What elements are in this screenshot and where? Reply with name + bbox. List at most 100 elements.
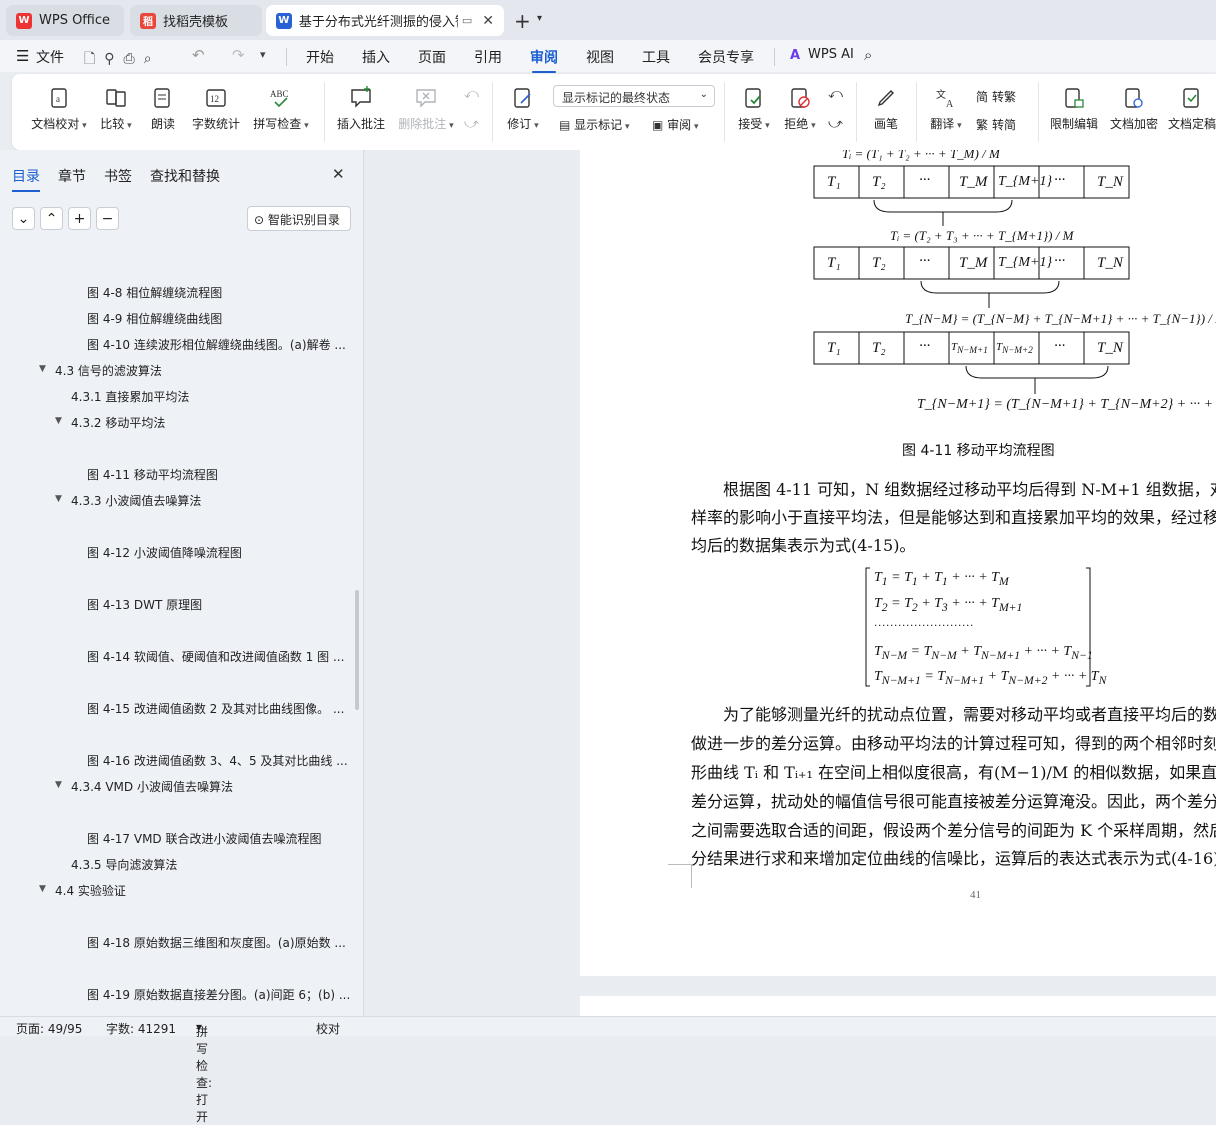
menu-file[interactable]: 文件 bbox=[36, 47, 64, 67]
tab-label: 基于分布式光纤测振的侵入智能 bbox=[298, 15, 458, 30]
toc-item[interactable]: 图 4-19 原始数据直接差分图。(a)间距 6；(b) ... bbox=[87, 986, 350, 1003]
toc-item[interactable]: 图 4-10 连续波形相位解缠绕曲线图。(a)解卷 ... bbox=[87, 336, 346, 353]
menu-page[interactable]: 页面 bbox=[418, 47, 446, 67]
to-traditional-button[interactable]: 简转繁 bbox=[976, 88, 1016, 105]
next-change-icon[interactable]: ⤻ bbox=[828, 116, 843, 132]
toc-item[interactable]: ▼ 4.3.2 移动平均法 bbox=[55, 414, 165, 431]
pen-button[interactable]: 画笔 bbox=[868, 86, 904, 132]
toc-item[interactable]: 4.3.5 导向滤波算法 bbox=[71, 856, 177, 873]
redo-icon[interactable]: ↷ bbox=[232, 46, 245, 64]
collapse-up-button[interactable]: ⌃ bbox=[40, 207, 63, 230]
toc-item[interactable]: ▼ 4.3.4 VMD 小波阈值去噪算法 bbox=[55, 778, 233, 795]
toc-item[interactable]: 4.3.1 直接累加平均法 bbox=[71, 388, 189, 405]
toc-item[interactable]: ▼ 4.4 实验验证 bbox=[39, 882, 126, 899]
cell-label: T_{M+1} bbox=[998, 255, 1053, 270]
menu-vip[interactable]: 会员专享 bbox=[698, 47, 754, 67]
restrict-edit-button[interactable]: 限制编辑 bbox=[1046, 86, 1102, 132]
toc-item[interactable]: 图 4-9 相位解缠绕曲线图 bbox=[87, 310, 222, 327]
tab-wps-office[interactable]: W WPS Office bbox=[6, 5, 124, 36]
proofread-indicator[interactable]: 校对 bbox=[316, 1020, 340, 1037]
menu-reference[interactable]: 引用 bbox=[474, 47, 502, 67]
menu-review[interactable]: 审阅 bbox=[530, 47, 558, 73]
toc-scrollbar[interactable] bbox=[355, 590, 359, 710]
hamburger-icon[interactable]: ☰ bbox=[16, 47, 29, 65]
more-chevron-icon[interactable]: ▾ bbox=[260, 48, 266, 61]
page-indicator[interactable]: 页面: 49/95 bbox=[16, 1020, 82, 1037]
tab-docer[interactable]: 稻 找稻壳模板 bbox=[130, 5, 262, 36]
compare-button[interactable]: 比较 bbox=[96, 86, 136, 132]
doc-check-button[interactable]: a 文档校对 bbox=[28, 86, 90, 132]
smart-toc-button[interactable]: ⊙ 智能识别目录 bbox=[247, 206, 351, 231]
prev-comment-icon[interactable]: ⤺ bbox=[464, 86, 479, 102]
translate-button[interactable]: 文A 翻译 bbox=[926, 86, 966, 132]
tab-find-replace[interactable]: 查找和替换 bbox=[150, 166, 220, 186]
wps-logo-icon: W bbox=[16, 12, 32, 29]
tab-document[interactable]: W 基于分布式光纤测振的侵入智能 ▭ ✕ bbox=[266, 5, 504, 36]
formula-4: T_{N−M+1} = (T_{N−M+1} + T_{N−M+2} + ···… bbox=[917, 397, 1216, 412]
toc-item[interactable]: 图 4-18 原始数据三维图和灰度图。(a)原始数 ... bbox=[87, 934, 346, 951]
encrypt-button[interactable]: 文档加密 bbox=[1108, 86, 1160, 132]
toc-item[interactable]: ▼ 4.3.3 小波阈值去噪算法 bbox=[55, 492, 201, 509]
menu-insert[interactable]: 插入 bbox=[362, 47, 390, 67]
accept-button[interactable]: 接受 bbox=[734, 86, 774, 132]
cell-label: T_N bbox=[1097, 174, 1123, 190]
undo-icon[interactable]: ↶ bbox=[192, 46, 205, 64]
next-comment-icon[interactable]: ⤻ bbox=[464, 116, 479, 132]
toc-item[interactable]: ▼ 4.3 信号的滤波算法 bbox=[39, 362, 162, 379]
tab-label: WPS Office bbox=[39, 13, 111, 28]
markup-state-select[interactable]: 显示标记的最终状态 ⌄ bbox=[553, 85, 715, 107]
toc-item[interactable]: 图 4-12 小波阈值降噪流程图 bbox=[87, 544, 242, 561]
tab-list-chevron-icon[interactable]: ▾ bbox=[537, 13, 542, 24]
expand-arrow-icon: ▼ bbox=[39, 884, 46, 894]
toc-item[interactable]: 图 4-14 软阈值、硬阈值和改进阈值函数 1 图 ... bbox=[87, 648, 344, 665]
monitor-icon[interactable]: ▭ bbox=[462, 14, 472, 27]
review-pane-button[interactable]: ▣ 审阅 bbox=[652, 116, 699, 133]
spell-check-button[interactable]: ABC 拼写检查 bbox=[250, 86, 312, 132]
spell-check-indicator[interactable]: 拼写检查: 打开 ▾ bbox=[196, 1020, 212, 1124]
finalize-button[interactable]: 文档定稿 bbox=[1168, 86, 1216, 132]
close-tab-icon[interactable]: ✕ bbox=[482, 13, 494, 29]
review-pane-icon: ▣ bbox=[652, 118, 664, 132]
show-markup-button[interactable]: ▤ 显示标记 bbox=[559, 116, 630, 133]
revise-button[interactable]: 修订 bbox=[502, 86, 544, 132]
read-aloud-button[interactable]: 朗读 bbox=[146, 86, 180, 132]
spell-check-icon: ABC bbox=[270, 89, 289, 108]
to-simplified-button[interactable]: 繁转简 bbox=[976, 116, 1016, 133]
insert-comment-button[interactable]: 插入批注 bbox=[334, 86, 388, 132]
word-count-button[interactable]: 12 字数统计 bbox=[188, 86, 244, 132]
toc-item[interactable]: 图 4-16 改进阈值函数 3、4、5 及其对比曲线 ... bbox=[87, 752, 348, 769]
prev-change-icon[interactable]: ⤺ bbox=[828, 86, 843, 102]
collapse-down-button[interactable]: ⌄ bbox=[12, 207, 35, 230]
tab-bookmarks[interactable]: 书签 bbox=[104, 166, 132, 186]
formula-3: T_{N−M} = (T_{N−M} + T_{N−M+1} + ··· + T… bbox=[905, 311, 1216, 326]
toc-item[interactable]: 图 4-13 DWT 原理图 bbox=[87, 596, 202, 613]
word-count-icon: 12 bbox=[206, 89, 226, 107]
toc-item[interactable]: 图 4-8 相位解缠绕流程图 bbox=[87, 284, 222, 301]
tab-toc[interactable]: 目录 bbox=[12, 166, 40, 192]
menu-tools[interactable]: 工具 bbox=[642, 47, 670, 67]
add-heading-button[interactable]: + bbox=[68, 207, 91, 230]
menu-home[interactable]: 开始 bbox=[306, 47, 334, 67]
ribbon-divider bbox=[1038, 82, 1039, 142]
tab-chapters[interactable]: 章节 bbox=[58, 166, 86, 186]
cell-label: T_N bbox=[1097, 340, 1123, 356]
word-count-indicator[interactable]: 字数: 41291 bbox=[106, 1020, 176, 1037]
pen-icon bbox=[877, 90, 894, 107]
new-tab-icon[interactable]: + bbox=[514, 9, 531, 33]
close-pane-icon[interactable]: ✕ bbox=[332, 165, 345, 183]
ribbon-divider bbox=[916, 82, 917, 142]
paragraph-line: 样率的影响小于直接平均法，但是能够达到和直接累加平均的效果，经过移 bbox=[691, 508, 1216, 527]
word-doc-icon: W bbox=[276, 12, 292, 29]
toc-item[interactable]: 图 4-11 移动平均流程图 bbox=[87, 466, 218, 483]
menu-view[interactable]: 视图 bbox=[586, 47, 614, 67]
delete-comment-button[interactable]: 删除批注 bbox=[396, 86, 456, 132]
reject-button[interactable]: 拒绝 bbox=[780, 86, 820, 132]
remove-heading-button[interactable]: − bbox=[96, 207, 119, 230]
cell-label: T₁ bbox=[827, 255, 841, 271]
paragraph-line: 分结果进行求和来增加定位曲线的信噪比，运算后的表达式表示为式(4-16)。 bbox=[691, 849, 1216, 868]
menu-wps-ai[interactable]: WPS AI bbox=[808, 47, 854, 62]
search-icon[interactable]: ⌕ bbox=[864, 46, 872, 64]
toc-item[interactable]: 图 4-15 改进阈值函数 2 及其对比曲线图像。 ... bbox=[87, 700, 344, 717]
quick-access-icons[interactable]: 🗋⚲⎙⌕ bbox=[84, 48, 161, 72]
toc-item[interactable]: 图 4-17 VMD 联合改进小波阈值去噪流程图 bbox=[87, 830, 321, 847]
